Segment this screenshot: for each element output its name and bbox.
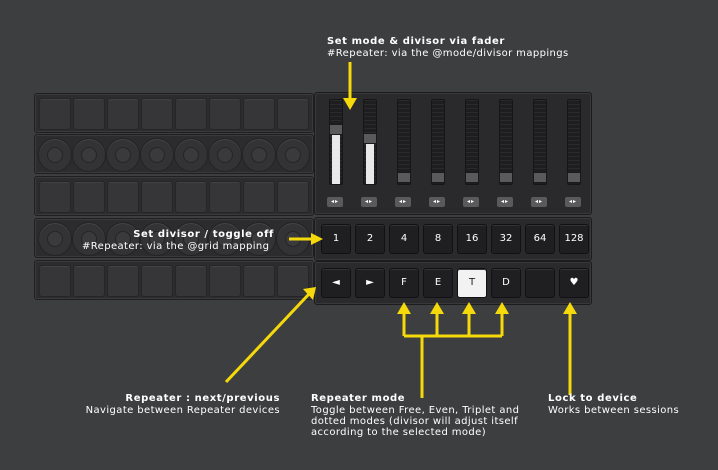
nav-arrow-line	[224, 292, 311, 384]
mode-arrow-head-f	[397, 302, 411, 314]
fader-arrow-head	[343, 98, 357, 110]
lock-annotation-subtitle: Works between sessions	[548, 405, 680, 416]
divisor-arrow-head	[311, 233, 323, 245]
mode-annotation-line1: Toggle between Free, Even, Triplet and	[311, 405, 520, 416]
mode-arrow-head-d	[495, 302, 509, 314]
mode-arrow-head-t	[462, 302, 476, 314]
nav-annotation-subtitle: Navigate between Repeater devices	[85, 405, 280, 416]
mode-annotation-line2: dotted modes (divisor will adjust itself	[311, 416, 519, 427]
mode-arrow-head-e	[430, 302, 444, 314]
lock-annotation-title: Lock to device	[548, 393, 638, 404]
fader-annotation-title: Set mode & divisor via fader	[327, 36, 505, 47]
lock-arrow-head	[563, 302, 577, 314]
mode-annotation-title: Repeater mode	[311, 393, 406, 404]
mode-annotation-line3: according to the selected mode)	[311, 427, 487, 438]
divisor-annotation-subtitle: #Repeater: via the @grid mapping	[82, 241, 270, 252]
divisor-annotation-title: Set divisor / toggle off	[133, 229, 274, 240]
nav-annotation-title: Repeater : next/previous	[125, 393, 280, 404]
fader-annotation-subtitle: #Repeater: via the @mode/divisor mapping…	[327, 48, 569, 59]
